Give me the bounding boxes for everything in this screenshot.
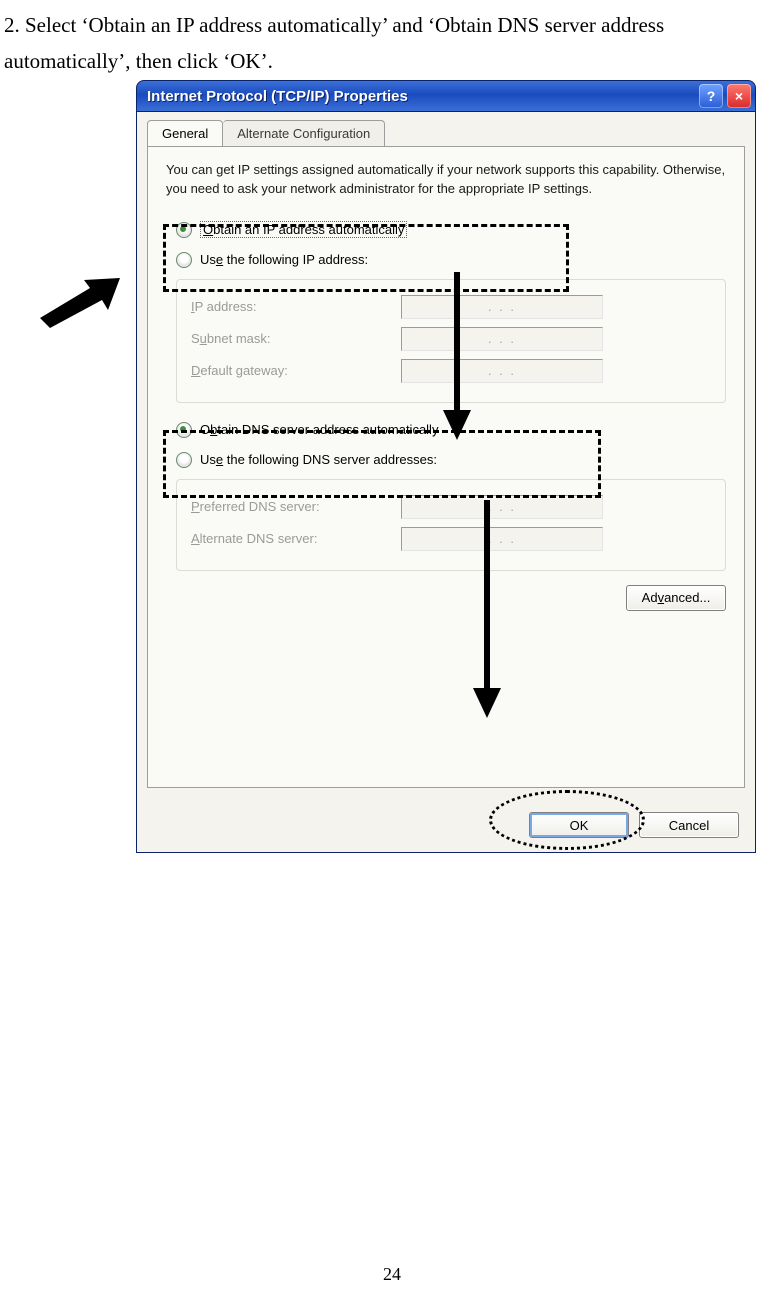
alternate-dns-field: . . . [401, 527, 603, 551]
titlebar: Internet Protocol (TCP/IP) Properties ? … [136, 80, 756, 112]
preferred-dns-field: . . . [401, 495, 603, 519]
ok-button[interactable]: OK [529, 812, 629, 838]
callout-arrow-icon [40, 278, 120, 328]
help-button[interactable]: ? [699, 84, 723, 108]
dialog-body: General Alternate Configuration You can … [136, 112, 756, 853]
tab-alternate-configuration[interactable]: Alternate Configuration [223, 120, 385, 146]
ip-address-field: . . . [401, 295, 603, 319]
description-text: You can get IP settings assigned automat… [166, 161, 726, 199]
close-icon: × [735, 88, 743, 104]
radio-use-following-dns[interactable]: Use the following DNS server addresses: [176, 447, 726, 473]
radio-icon [176, 252, 192, 268]
radio-icon [176, 452, 192, 468]
preferred-dns-label: Preferred DNS server: [191, 499, 401, 514]
alternate-dns-label: Alternate DNS server: [191, 531, 401, 546]
radio-obtain-ip-auto[interactable]: Obtain an IP address automatically [176, 217, 726, 243]
ip-fields-group: IP address: . . . Subnet mask: . . . Def… [176, 279, 726, 403]
cancel-button[interactable]: Cancel [639, 812, 739, 838]
page-number: 24 [0, 1264, 784, 1285]
help-icon: ? [707, 88, 716, 104]
instruction-text: 2. Select ‘Obtain an IP address automati… [4, 8, 776, 79]
tabstrip: General Alternate Configuration [147, 120, 385, 146]
default-gateway-label: Default gateway: [191, 363, 401, 378]
advanced-button[interactable]: Advanced... [626, 585, 726, 611]
radio-label: Use the following IP address: [200, 252, 368, 267]
tab-panel-general: You can get IP settings assigned automat… [147, 146, 745, 788]
close-button[interactable]: × [727, 84, 751, 108]
radio-obtain-dns-auto[interactable]: Obtain DNS server address automatically [176, 417, 726, 443]
dialog-button-row: OK Cancel [529, 812, 739, 838]
dns-fields-group: Preferred DNS server: . . . Alternate DN… [176, 479, 726, 571]
subnet-mask-field: . . . [401, 327, 603, 351]
tab-general[interactable]: General [147, 120, 223, 146]
tcpip-properties-dialog: Internet Protocol (TCP/IP) Properties ? … [136, 80, 756, 852]
radio-label: Obtain DNS server address automatically [200, 422, 438, 437]
radio-use-following-ip[interactable]: Use the following IP address: [176, 247, 726, 273]
dialog-title: Internet Protocol (TCP/IP) Properties [141, 88, 695, 105]
radio-icon [176, 222, 192, 238]
ip-address-label: IP address: [191, 299, 401, 314]
default-gateway-field: . . . [401, 359, 603, 383]
radio-label: Obtain an IP address automatically [200, 221, 407, 238]
radio-label: Use the following DNS server addresses: [200, 452, 437, 467]
radio-icon [176, 422, 192, 438]
subnet-mask-label: Subnet mask: [191, 331, 401, 346]
